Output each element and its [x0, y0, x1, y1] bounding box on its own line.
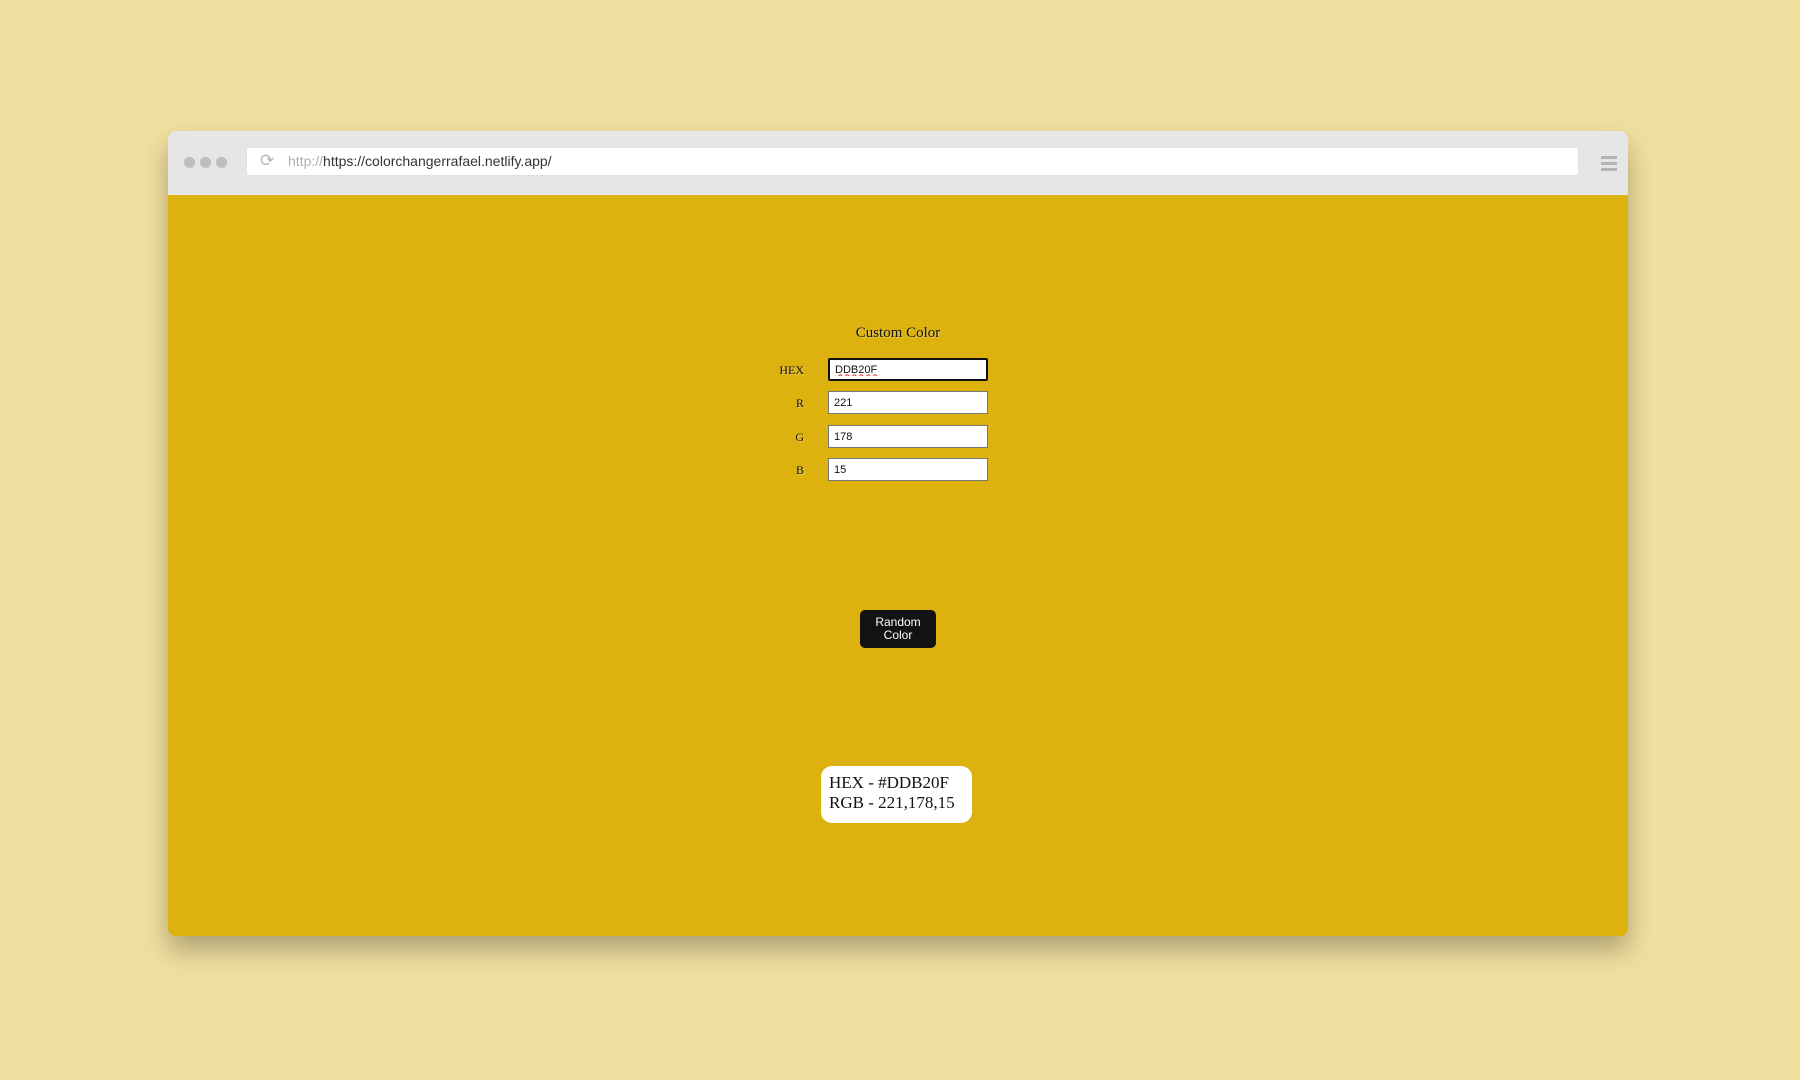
- random-color-button[interactable]: Random Color: [860, 610, 936, 648]
- window-dot-icon[interactable]: [216, 157, 227, 168]
- hamburger-menu-icon[interactable]: [1601, 156, 1617, 174]
- r-label: R: [795, 396, 804, 410]
- random-color-button-line2: Color: [883, 628, 913, 642]
- url-address: https://colorchangerrafael.netlify.app/: [323, 153, 552, 169]
- browser-toolbar: ⟳ http://https://colorchangerrafael.netl…: [168, 131, 1628, 195]
- g-input[interactable]: [828, 425, 988, 448]
- b-label: B: [795, 463, 804, 477]
- page-content: Custom Color HEX R G B Random Color HEX …: [168, 195, 1628, 936]
- g-label: G: [795, 430, 804, 444]
- url-protocol: http://: [288, 153, 324, 169]
- browser-window: ⟳ http://https://colorchangerrafael.netl…: [168, 131, 1628, 936]
- hex-input[interactable]: [828, 358, 988, 381]
- window-controls: [184, 157, 227, 168]
- hex-label: HEX: [779, 363, 804, 377]
- r-input[interactable]: [828, 391, 988, 414]
- rgb-readout: RGB - 221,178,15: [829, 793, 955, 812]
- url-text[interactable]: http://https://colorchangerrafael.netlif…: [288, 153, 552, 170]
- b-input[interactable]: [828, 458, 988, 481]
- window-dot-icon[interactable]: [184, 157, 195, 168]
- color-readout: HEX - #DDB20F RGB - 221,178,15: [821, 766, 972, 823]
- address-bar[interactable]: ⟳ http://https://colorchangerrafael.netl…: [246, 147, 1579, 176]
- reload-icon[interactable]: ⟳: [260, 152, 274, 171]
- hex-readout: HEX - #DDB20F: [829, 773, 949, 792]
- form-title: Custom Color: [855, 325, 941, 341]
- window-dot-icon[interactable]: [200, 157, 211, 168]
